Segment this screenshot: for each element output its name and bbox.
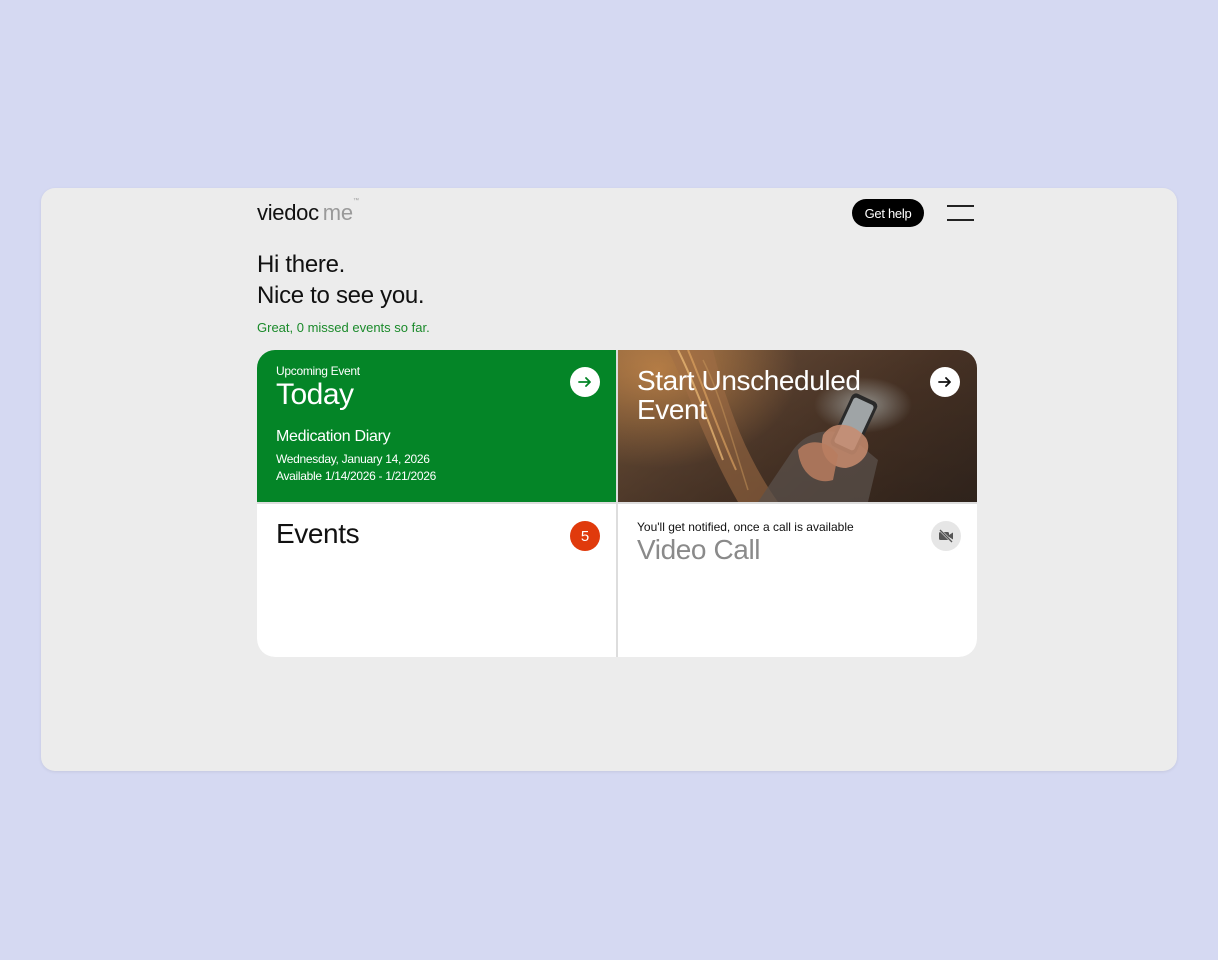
video-off-icon [931,521,961,551]
get-help-button[interactable]: Get help [852,199,924,227]
events-title: Events [276,518,360,549]
upcoming-event-card[interactable]: Upcoming Event Today Medication Diary We… [257,350,616,502]
start-unscheduled-event-card[interactable]: Start Unscheduled Event [618,350,977,502]
app-window: viedoc me ™ Get help Hi there. Nice to see… [41,188,1177,771]
dashboard-cards: Upcoming Event Today Medication Diary We… [257,350,977,657]
logo-trademark: ™ [353,198,359,204]
greeting-line-1: Hi there. [257,251,346,278]
hamburger-menu-icon[interactable] [947,205,975,223]
upcoming-event-title: Medication Diary [276,428,391,445]
missed-events-status: Great, 0 missed events so far. [257,320,430,335]
arrow-right-icon [578,377,591,387]
start-unscheduled-event-button[interactable] [930,367,960,397]
logo-sub-text: me ™ [322,198,359,225]
top-bar: viedoc me ™ Get help [257,188,977,238]
upcoming-event-date: Wednesday, January 14, 2026 [276,452,430,466]
video-call-title: Video Call [637,534,761,565]
upcoming-event-label: Upcoming Event [276,364,360,378]
main-content: viedoc me ™ Get help Hi there. Nice to see… [257,188,977,771]
video-call-card: You'll get notified, once a call is avai… [618,504,977,657]
upcoming-event-availability: Available 1/14/2026 - 1/21/2026 [276,469,436,483]
open-upcoming-event-button[interactable] [570,367,600,397]
start-unscheduled-event-title: Start Unscheduled Event [637,365,861,425]
events-card[interactable]: Events 5 [257,504,616,657]
viedoc-me-logo[interactable]: viedoc me ™ [257,198,359,226]
events-count-badge: 5 [570,521,600,551]
upcoming-event-when: Today [276,378,354,411]
arrow-right-icon [938,377,951,387]
greeting: Hi there. Nice to see you. [257,249,425,311]
video-call-note: You'll get notified, once a call is avai… [637,520,854,534]
greeting-line-2: Nice to see you. [257,282,425,309]
logo-main-text: viedoc [257,200,319,225]
